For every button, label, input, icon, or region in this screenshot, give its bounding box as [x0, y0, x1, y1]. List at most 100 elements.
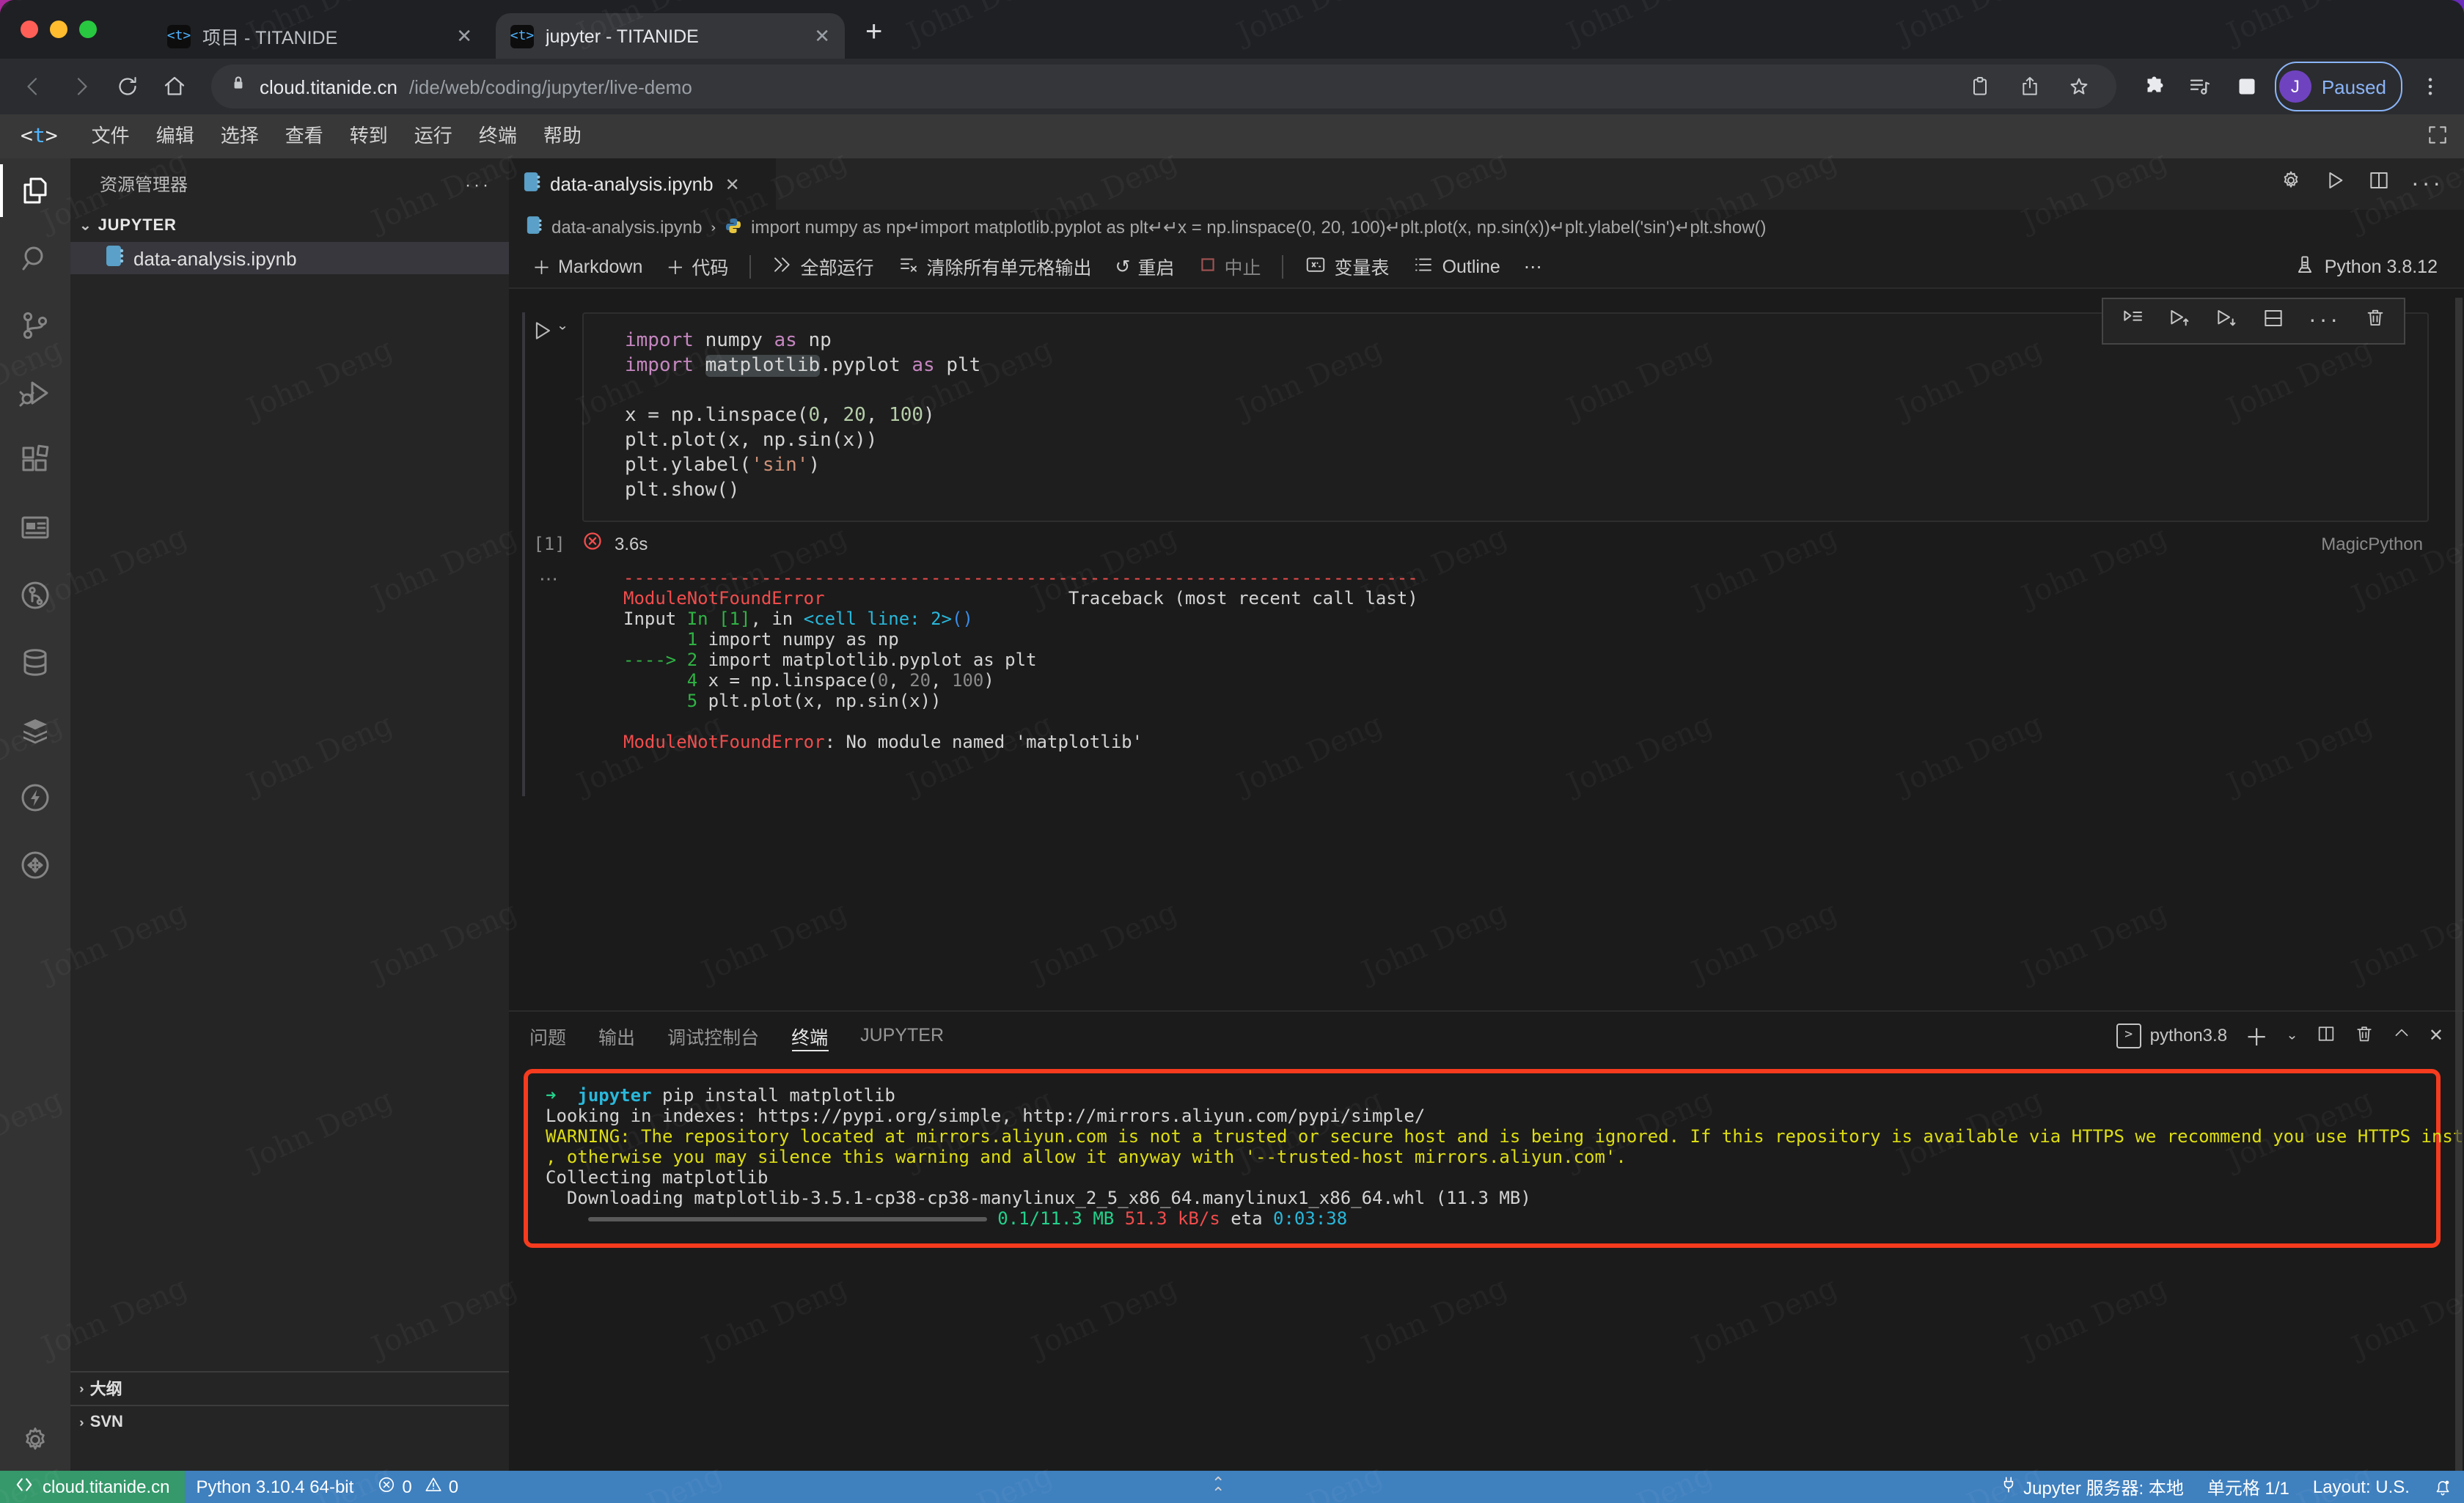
- interrupt-button[interactable]: 中止: [1189, 249, 1270, 284]
- cell-more-icon[interactable]: ···: [2309, 308, 2341, 334]
- browser-preview-icon[interactable]: [0, 504, 70, 551]
- problems-status[interactable]: 0 0: [365, 1471, 470, 1503]
- minimize-window-button[interactable]: [50, 21, 67, 38]
- reveal-dock-chevrons-icon[interactable]: ⌃⌃: [1211, 1480, 1225, 1500]
- browser-menu-kebab-icon[interactable]: [2411, 67, 2449, 106]
- maximize-panel-chevron-icon[interactable]: [2392, 1024, 2411, 1047]
- outline-button[interactable]: Outline: [1404, 249, 1509, 284]
- add-code-button[interactable]: ＋代码: [657, 249, 737, 284]
- share-icon[interactable]: [2011, 67, 2049, 106]
- zoom-window-button[interactable]: [79, 21, 97, 38]
- cell-position-status[interactable]: 单元格 1/1: [2196, 1471, 2301, 1503]
- shell-selector[interactable]: >python3.8: [2116, 1023, 2227, 1048]
- tab-debug-console[interactable]: 调试控制台: [667, 1012, 759, 1059]
- notifications-bell-icon[interactable]: [2421, 1471, 2464, 1503]
- section-outline[interactable]: › 大纲: [70, 1371, 509, 1405]
- sidebar-more-icon[interactable]: ···: [465, 174, 491, 194]
- fullscreen-icon[interactable]: [2426, 122, 2449, 150]
- delete-cell-trash-icon[interactable]: [2364, 306, 2386, 336]
- back-icon[interactable]: [15, 67, 53, 106]
- menu-terminal[interactable]: 终端: [466, 114, 530, 158]
- menu-edit[interactable]: 编辑: [143, 114, 208, 158]
- menu-selection[interactable]: 选择: [208, 114, 272, 158]
- variables-button[interactable]: 变量表: [1295, 249, 1398, 284]
- split-editor-icon[interactable]: [2367, 169, 2391, 199]
- reload-icon[interactable]: [109, 67, 147, 106]
- tab-terminal[interactable]: 终端: [791, 1012, 828, 1059]
- git-graph-circle-icon[interactable]: [0, 572, 70, 619]
- settings-gear-icon[interactable]: [0, 1424, 70, 1456]
- profile-chip[interactable]: J Paused: [2275, 62, 2402, 111]
- collect-arrows-icon[interactable]: [0, 842, 70, 889]
- close-panel-icon[interactable]: ✕: [2429, 1025, 2443, 1046]
- clipboard-icon[interactable]: [1961, 67, 1999, 106]
- python-interpreter-status[interactable]: Python 3.10.4 64-bit: [184, 1471, 365, 1503]
- browser-tab-jupyter[interactable]: <t> jupyter - TITANIDE ✕: [496, 13, 845, 59]
- tab-close-icon[interactable]: ✕: [814, 24, 830, 48]
- editor-more-icon[interactable]: ···: [2411, 171, 2443, 197]
- execute-below-icon[interactable]: [2215, 306, 2238, 337]
- terminal-dropdown-chevron-icon[interactable]: ⌄: [2286, 1028, 2298, 1043]
- clear-outputs-button[interactable]: 清除所有单元格输出: [888, 249, 1100, 284]
- thunder-icon[interactable]: [0, 774, 70, 821]
- toolbar-more-icon[interactable]: ⋯: [1515, 249, 1551, 284]
- run-options-chevron-icon[interactable]: ⌄: [557, 319, 569, 334]
- editor-tab-notebook[interactable]: data-analysis.ipynb ✕: [509, 158, 776, 210]
- shell-label: python3.8: [2150, 1025, 2227, 1046]
- editor-scrollbar[interactable]: [2455, 298, 2463, 1471]
- output-collapse-icon[interactable]: ⋯: [516, 567, 582, 752]
- run-all-button[interactable]: 全部运行: [762, 249, 882, 284]
- notebook-settings-gear-icon[interactable]: [2279, 169, 2303, 199]
- breadcrumb-code[interactable]: import numpy as np↵import matplotlib.pyp…: [751, 217, 1766, 238]
- run-editor-icon[interactable]: [2323, 169, 2347, 199]
- section-jupyter[interactable]: ⌄ JUPYTER: [70, 210, 509, 242]
- tab-jupyter[interactable]: JUPYTER: [860, 1012, 944, 1059]
- menu-goto[interactable]: 转到: [337, 114, 401, 158]
- search-icon[interactable]: [0, 235, 70, 282]
- menu-file[interactable]: 文件: [78, 114, 143, 158]
- forward-icon[interactable]: [62, 67, 100, 106]
- split-cell-icon[interactable]: [2262, 306, 2285, 337]
- file-item-notebook[interactable]: data-analysis.ipynb: [70, 242, 509, 274]
- close-window-button[interactable]: [21, 21, 38, 38]
- kill-terminal-trash-icon[interactable]: [2354, 1023, 2375, 1048]
- keyboard-layout-status[interactable]: Layout: U.S.: [2301, 1471, 2421, 1503]
- new-tab-button[interactable]: +: [865, 18, 882, 47]
- database-icon[interactable]: [0, 639, 70, 686]
- execute-cell-and-below-icon[interactable]: [2121, 306, 2144, 337]
- tab-problems[interactable]: 问题: [529, 1012, 566, 1059]
- extensions-icon[interactable]: [0, 437, 70, 484]
- tab-close-icon[interactable]: ✕: [456, 24, 472, 48]
- tab-output[interactable]: 输出: [598, 1012, 635, 1059]
- split-terminal-icon[interactable]: [2316, 1023, 2336, 1048]
- bookmark-star-icon[interactable]: [2061, 67, 2099, 106]
- menu-run[interactable]: 运行: [401, 114, 466, 158]
- tab-close-icon[interactable]: ✕: [725, 174, 740, 194]
- explorer-files-icon[interactable]: [0, 167, 70, 214]
- run-cell-button[interactable]: ⌄: [530, 318, 569, 343]
- playlist-icon[interactable]: [2181, 67, 2219, 106]
- execute-above-icon[interactable]: [2168, 306, 2191, 337]
- sidepanel-icon[interactable]: [2228, 67, 2266, 106]
- source-control-icon[interactable]: [0, 302, 70, 349]
- menu-view[interactable]: 查看: [272, 114, 337, 158]
- kernel-picker[interactable]: Python 3.8.12: [2294, 253, 2449, 279]
- cell-language-indicator[interactable]: MagicPython: [2321, 533, 2423, 554]
- layers-stack-icon[interactable]: [0, 707, 70, 754]
- add-markdown-button[interactable]: ＋Markdown: [524, 249, 651, 284]
- section-svn[interactable]: › SVN: [70, 1405, 509, 1438]
- address-bar[interactable]: cloud.titanide.cn/ide/web/coding/jupyter…: [211, 65, 2116, 109]
- remote-indicator[interactable]: cloud.titanide.cn: [0, 1471, 184, 1503]
- jupyter-server-status[interactable]: Jupyter 服务器: 本地: [1987, 1471, 2196, 1503]
- new-terminal-plus-icon[interactable]: ＋: [2245, 1018, 2268, 1053]
- home-icon[interactable]: [155, 67, 194, 106]
- extensions-puzzle-icon[interactable]: [2134, 67, 2172, 106]
- terminal-output[interactable]: ➜ jupyter pip install matplotlibLooking …: [546, 1085, 2419, 1229]
- browser-tab-project[interactable]: <t> 项目 - TITANIDE ✕: [153, 13, 487, 59]
- restart-button[interactable]: ↺重启: [1107, 249, 1184, 284]
- run-debug-icon[interactable]: [0, 370, 70, 416]
- chevron-right-icon: ›: [711, 220, 716, 235]
- breadcrumb-file[interactable]: data-analysis.ipynb: [551, 217, 702, 238]
- menu-help[interactable]: 帮助: [530, 114, 595, 158]
- breadcrumb[interactable]: data-analysis.ipynb › import numpy as np…: [509, 210, 2464, 245]
